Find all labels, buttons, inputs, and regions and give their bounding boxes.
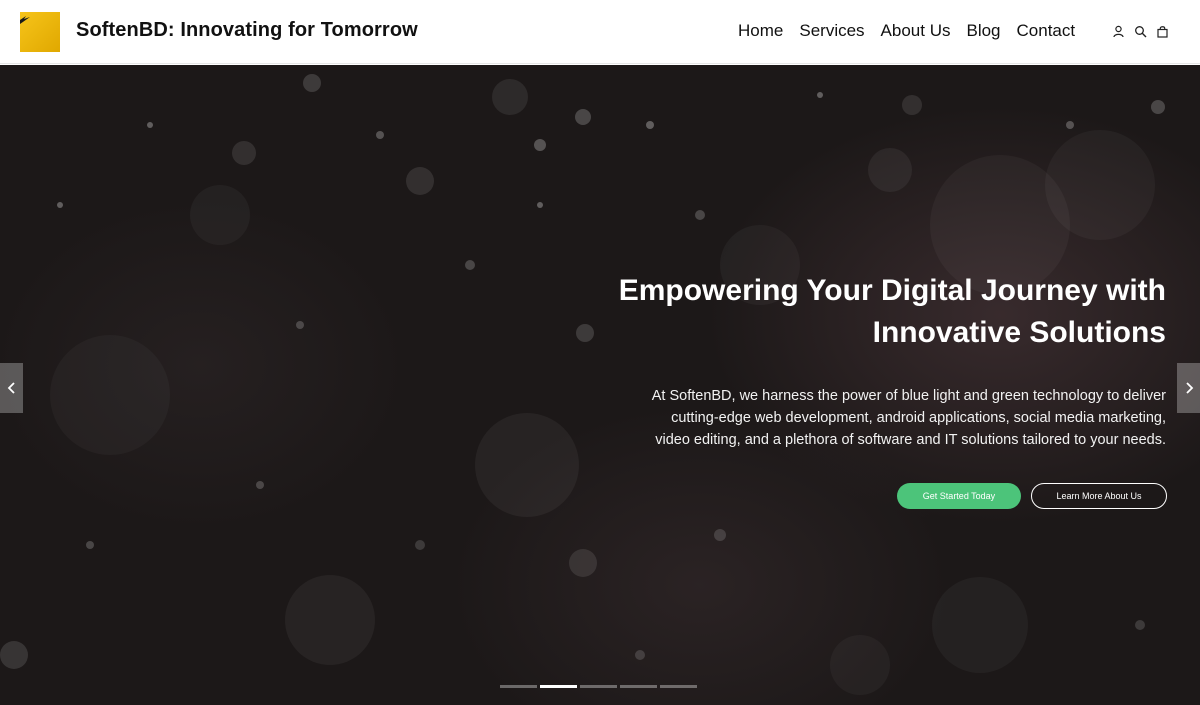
carousel-indicator[interactable] xyxy=(620,685,657,688)
nav-blog[interactable]: Blog xyxy=(966,21,1000,41)
logo-mark-icon xyxy=(20,16,30,24)
hero-title-line-2: Innovative Solutions xyxy=(872,316,1166,349)
search-icon[interactable] xyxy=(1134,25,1147,38)
site-title[interactable]: SoftenBD: Innovating for Tomorrow xyxy=(76,19,418,42)
main-nav: Home Services About Us Blog Contact xyxy=(738,21,1075,41)
site-header: SoftenBD: Innovating for Tomorrow Home S… xyxy=(0,0,1200,64)
nav-about-us[interactable]: About Us xyxy=(881,21,951,41)
hero-description-line-2: cutting-edge web development, android ap… xyxy=(671,410,1166,426)
carousel-indicator[interactable] xyxy=(660,685,697,688)
carousel-indicator[interactable] xyxy=(580,685,617,688)
hero-description-line-1: At SoftenBD, we harness the power of blu… xyxy=(651,388,1166,404)
user-icon[interactable] xyxy=(1112,25,1125,38)
hero-title-line-1: Empowering Your Digital Journey with xyxy=(618,274,1166,307)
cart-icon[interactable] xyxy=(1156,25,1169,38)
learn-more-button[interactable]: Learn More About Us xyxy=(1031,483,1167,509)
carousel-indicators xyxy=(500,685,697,688)
nav-contact[interactable]: Contact xyxy=(1017,21,1076,41)
hero-carousel: Empowering Your Digital Journey with Inn… xyxy=(0,65,1200,705)
header-icons xyxy=(1112,25,1169,38)
get-started-button[interactable]: Get Started Today xyxy=(897,483,1021,509)
carousel-next-button[interactable] xyxy=(1177,363,1200,413)
carousel-indicator[interactable] xyxy=(540,685,577,688)
carousel-indicator[interactable] xyxy=(500,685,537,688)
logo[interactable] xyxy=(20,12,60,52)
nav-home[interactable]: Home xyxy=(738,21,783,41)
hero-description-line-3: video editing, and a plethora of softwar… xyxy=(655,432,1166,448)
carousel-prev-button[interactable] xyxy=(0,363,23,413)
nav-services[interactable]: Services xyxy=(799,21,864,41)
hero-title: Empowering Your Digital Journey with Inn… xyxy=(546,270,1166,354)
chevron-right-icon xyxy=(1185,382,1193,394)
chevron-left-icon xyxy=(7,382,15,394)
hero-description: At SoftenBD, we harness the power of blu… xyxy=(586,385,1166,451)
